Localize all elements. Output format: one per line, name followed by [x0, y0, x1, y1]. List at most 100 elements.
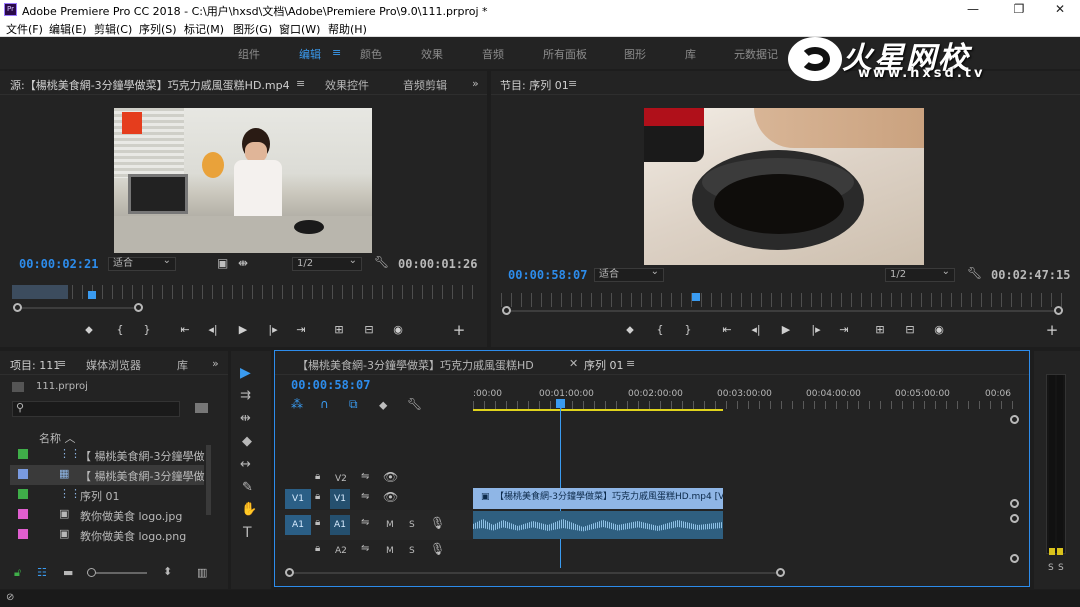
menu-graphics[interactable]: 图形(G)	[233, 21, 272, 37]
video-clip[interactable]: ▣ 【楊桃美食網-3分鐘學做菜】巧克力戚風蛋糕HD.mp4 [V]	[473, 488, 723, 509]
menu-clip[interactable]: 剪辑(C)	[94, 21, 132, 37]
slip-tool-icon[interactable]: ↔	[240, 457, 251, 472]
lift-button[interactable]: ⊞	[873, 323, 887, 336]
program-panel-menu-icon[interactable]: ≡	[568, 77, 577, 90]
linked-selection-icon[interactable]: ⧉	[349, 397, 358, 412]
nest-icon[interactable]: ⁂	[291, 397, 303, 411]
source-scroll-handle-left[interactable]	[13, 303, 22, 312]
solo-right-button[interactable]: S	[1058, 563, 1064, 573]
selection-tool-icon[interactable]: ▶	[240, 365, 251, 381]
menu-marker[interactable]: 标记(M)	[184, 21, 224, 37]
source-zoom-dropdown[interactable]: 适合	[108, 255, 176, 271]
track-lock-icon[interactable]: 🔒︎	[315, 517, 320, 528]
menu-edit[interactable]: 编辑(E)	[49, 21, 87, 37]
sync-lock-icon[interactable]: ⇋	[361, 491, 369, 502]
program-go-to-out-button[interactable]: ⇥	[837, 323, 851, 336]
timeline-timecode[interactable]: 00:00:58:07	[291, 378, 370, 392]
workspace-assembly[interactable]: 组件	[238, 46, 260, 62]
effect-controls-tab[interactable]: 效果控件	[325, 77, 369, 93]
track-lock-icon[interactable]: 🔒︎	[315, 491, 320, 502]
workspace-editing[interactable]: 编辑	[299, 46, 321, 62]
audio-v-scroll-handle-bottom[interactable]	[1010, 554, 1019, 563]
program-zoom-dropdown[interactable]: 适合	[594, 266, 664, 282]
list-view-icon[interactable]: ☷	[37, 566, 47, 579]
track-lock-icon[interactable]: 🔒︎	[315, 471, 320, 482]
list-item-selected[interactable]: ▦ 【 楊桃美食網-3分鐘學做	[10, 465, 204, 485]
add-marker-icon[interactable]: ⬥	[379, 398, 387, 413]
project-overflow-icon[interactable]: »	[212, 357, 219, 370]
timeline-h-scrollbar[interactable]	[289, 572, 781, 574]
program-playhead[interactable]	[692, 293, 700, 301]
program-scroll-handle-right[interactable]	[1054, 306, 1063, 315]
program-export-frame-button[interactable]: ◉	[932, 323, 946, 336]
new-bin-from-search-icon[interactable]	[195, 403, 208, 413]
solo-left-button[interactable]: S	[1048, 563, 1054, 573]
workspace-all-panels[interactable]: 所有面板	[543, 46, 587, 62]
program-scroll-handle-left[interactable]	[502, 306, 511, 315]
program-tab[interactable]: 节目: 序列 01	[500, 77, 569, 93]
menu-help[interactable]: 帮助(H)	[328, 21, 367, 37]
program-play-button[interactable]: ▶	[779, 323, 793, 336]
sync-lock-icon[interactable]: ⇋	[361, 471, 369, 482]
overwrite-button[interactable]: ⊟	[362, 323, 376, 336]
timeline-playhead-handle[interactable]	[556, 399, 565, 408]
mute-track-button[interactable]: M	[386, 546, 394, 556]
icon-view-icon[interactable]: ▬	[63, 566, 73, 579]
timeline-tab-sequence[interactable]: 序列 01	[584, 357, 624, 373]
toggle-output-eye-icon[interactable]: 👁︎	[383, 490, 398, 504]
program-mark-out-button[interactable]: }	[681, 323, 695, 336]
timeline-ruler[interactable]: :00:00 00:01:00:00 00:02:00:00 00:03:00:…	[473, 387, 1017, 411]
project-tab[interactable]: 项目: 111	[10, 357, 60, 373]
source-panel-menu-icon[interactable]: ≡	[296, 77, 305, 90]
zoom-slider[interactable]	[87, 572, 147, 574]
audio-clip-mixer-tab[interactable]: 音频剪辑	[403, 77, 447, 93]
menu-window[interactable]: 窗口(W)	[279, 21, 320, 37]
libraries-tab[interactable]: 库	[177, 357, 188, 373]
source-resolution-dropdown[interactable]: 1/2	[292, 255, 362, 271]
source-go-to-out-button[interactable]: ⇥	[294, 323, 308, 336]
timeline-tab-source-clip[interactable]: 【楊桃美食網-3分鐘學做菜】巧克力戚風蛋糕HD	[297, 357, 534, 373]
track-label-a2[interactable]: A2	[335, 546, 347, 556]
source-patch-v1[interactable]: V1	[285, 489, 311, 509]
program-go-to-in-button[interactable]: ⇤	[720, 323, 734, 336]
list-item[interactable]: ▣ 教你做美食 logo.jpg	[10, 505, 204, 525]
timeline-h-scroll-handle-left[interactable]	[285, 568, 294, 577]
source-step-forward-button[interactable]: |▸	[266, 323, 280, 336]
program-step-back-button[interactable]: ◂|	[749, 323, 763, 336]
source-overflow-icon[interactable]: »	[472, 77, 479, 90]
source-mark-out-button[interactable]: }	[140, 323, 154, 336]
voice-over-mic-icon[interactable]: 🎙︎	[430, 542, 445, 556]
lock-icon[interactable]: 🔓︎	[14, 566, 21, 580]
source-patch-a1[interactable]: A1	[285, 515, 311, 535]
maximize-icon[interactable]: ❐	[1004, 1, 1034, 18]
close-icon[interactable]: ✕	[1045, 1, 1075, 18]
list-item[interactable]: ⋮⋮ 【 楊桃美食網-3分鐘學做	[10, 445, 204, 465]
project-panel-menu-icon[interactable]: ≡	[57, 357, 66, 370]
automate-to-sequence-icon[interactable]: ▥	[197, 566, 207, 579]
workspace-libraries[interactable]: 库	[685, 46, 696, 62]
workspace-menu-icon[interactable]: ≡	[332, 46, 341, 59]
media-browser-tab[interactable]: 媒体浏览器	[86, 357, 141, 373]
timeline-v-scroll-handle-bottom[interactable]	[1010, 499, 1019, 508]
safe-margins-icon[interactable]: ▣	[217, 256, 228, 270]
sync-lock-icon[interactable]: ⇋	[361, 517, 369, 528]
zoom-slider-handle[interactable]	[87, 568, 96, 577]
list-item[interactable]: ▣ 教你做美食 logo.png	[10, 525, 204, 545]
status-info-icon[interactable]: ⊘	[6, 592, 14, 603]
source-playhead[interactable]	[88, 291, 96, 299]
program-mark-in-button[interactable]: {	[653, 323, 667, 336]
track-label-v2[interactable]: V2	[335, 474, 347, 484]
track-target-a1[interactable]: A1	[330, 515, 350, 535]
program-add-marker-button[interactable]: ⬥	[623, 323, 637, 337]
snap-icon[interactable]: ∩	[320, 397, 329, 411]
source-go-to-in-button[interactable]: ⇤	[178, 323, 192, 336]
voice-over-mic-icon[interactable]: 🎙︎	[430, 516, 445, 530]
audio-v-scroll-handle-top[interactable]	[1010, 514, 1019, 523]
source-ruler[interactable]	[12, 285, 480, 299]
name-column-header[interactable]: 名称 ︿	[39, 430, 76, 446]
audio-clip[interactable]	[473, 511, 723, 539]
extract-button[interactable]: ⊟	[903, 323, 917, 336]
timeline-panel-menu-icon[interactable]: ≡	[626, 357, 635, 370]
track-lock-icon[interactable]: 🔒︎	[315, 543, 320, 554]
project-search-input[interactable]	[12, 401, 180, 417]
